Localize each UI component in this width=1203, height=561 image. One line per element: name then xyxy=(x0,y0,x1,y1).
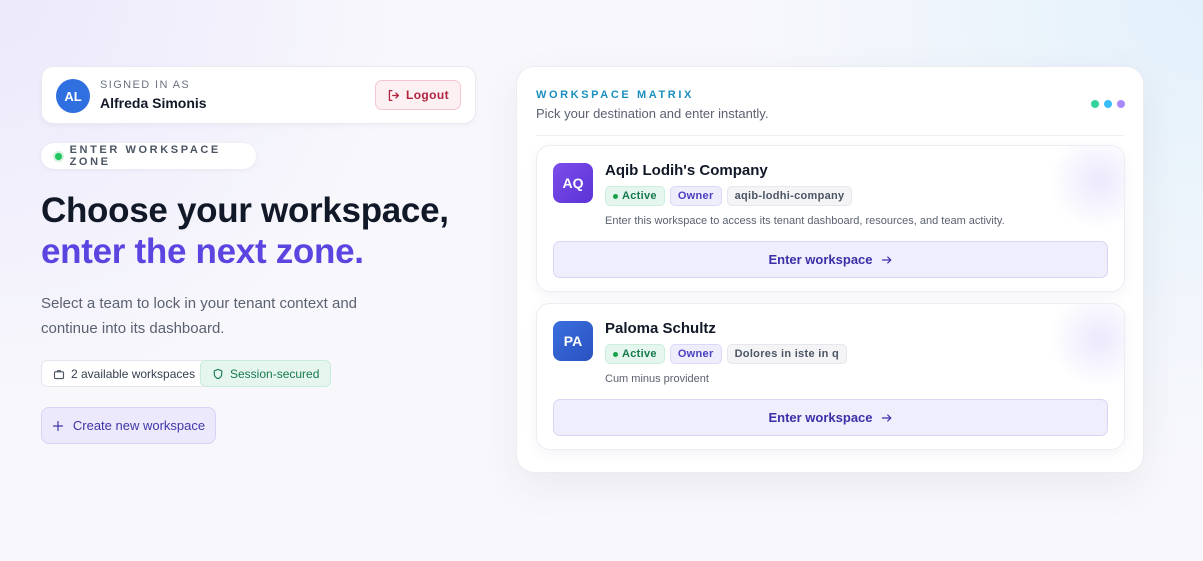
create-workspace-label: Create new workspace xyxy=(72,418,206,433)
enter-workspace-button[interactable]: Enter workspace xyxy=(553,399,1108,436)
dot-icon xyxy=(1117,100,1125,108)
slug-badge: Dolores in iste in q xyxy=(726,344,847,364)
workspace-description: Enter this workspace to access its tenan… xyxy=(605,215,1005,227)
panel-subtitle: Pick your destination and enter instantl… xyxy=(536,106,769,121)
role-badge: Owner xyxy=(669,186,722,206)
status-dot-icon xyxy=(613,193,618,199)
user-name: Alfreda Simonis xyxy=(100,95,207,111)
logout-label: Logout xyxy=(405,88,450,102)
shield-icon xyxy=(213,368,223,379)
user-avatar: AL xyxy=(56,79,90,113)
zone-label: ENTER WORKSPACE ZONE xyxy=(69,144,221,168)
signed-in-card: AL SIGNED IN AS Alfreda Simonis Logout xyxy=(41,66,476,124)
panel-kicker: WORKSPACE MATRIX xyxy=(536,89,694,101)
workspace-avatar: AQ xyxy=(553,163,593,203)
enter-workspace-button[interactable]: Enter workspace xyxy=(553,241,1108,278)
session-secured-label: Session-secured xyxy=(230,366,320,381)
plus-icon xyxy=(52,420,63,431)
dot-icon xyxy=(1091,100,1099,108)
workspace-avatar: PA xyxy=(553,321,593,361)
workspace-tags: Active Owner Dolores in iste in q xyxy=(605,344,847,364)
status-dot-icon xyxy=(613,351,618,357)
workspace-panel: WORKSPACE MATRIX Pick your destination a… xyxy=(516,66,1144,473)
decorative-dots xyxy=(1091,100,1125,108)
enter-workspace-label: Enter workspace xyxy=(768,410,873,425)
workspace-card: PA Paloma Schultz Active Owner Dolores i… xyxy=(536,303,1125,450)
status-badge: Active xyxy=(605,186,665,206)
arrow-right-icon xyxy=(881,413,891,422)
status-label: Active xyxy=(622,348,657,360)
dot-icon xyxy=(1104,100,1112,108)
headline-line-2: enter the next zone. xyxy=(41,232,364,271)
enter-workspace-label: Enter workspace xyxy=(768,252,873,267)
session-secured-chip: Session-secured xyxy=(200,360,332,387)
available-workspaces-label: 2 available workspaces xyxy=(71,366,196,381)
logout-icon xyxy=(388,89,399,101)
available-workspaces-chip: 2 available workspaces xyxy=(41,360,208,387)
workspace-card: AQ Aqib Lodih's Company Active Owner aqi… xyxy=(536,145,1125,292)
headline-line-1: Choose your workspace, xyxy=(41,191,449,230)
workspace-name: Paloma Schultz xyxy=(605,320,716,337)
role-badge: Owner xyxy=(669,344,722,364)
briefcase-icon xyxy=(53,369,65,379)
workspace-description: Cum minus provident xyxy=(605,373,709,385)
page-description: Select a team to lock in your tenant con… xyxy=(41,295,358,337)
create-workspace-button[interactable]: Create new workspace xyxy=(41,407,216,444)
status-label: Active xyxy=(622,190,657,202)
status-badge: Active xyxy=(605,344,665,364)
logout-button[interactable]: Logout xyxy=(375,80,461,110)
zone-badge: ENTER WORKSPACE ZONE xyxy=(41,143,256,169)
arrow-right-icon xyxy=(881,255,891,264)
divider xyxy=(536,135,1124,136)
page-title: Choose your workspace, enter the next zo… xyxy=(41,190,449,272)
workspace-name: Aqib Lodih's Company xyxy=(605,162,768,179)
workspace-tags: Active Owner aqib-lodhi-company xyxy=(605,186,853,206)
slug-badge: aqib-lodhi-company xyxy=(726,186,853,206)
status-dot-icon xyxy=(55,152,62,160)
signed-in-label: SIGNED IN AS xyxy=(100,79,191,91)
